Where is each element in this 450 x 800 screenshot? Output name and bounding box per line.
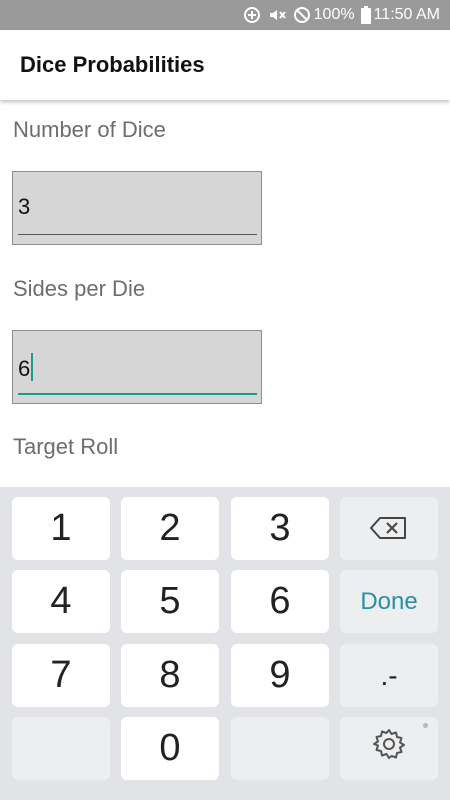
key-8[interactable]: 8 [121, 644, 219, 707]
settings-key[interactable] [340, 717, 438, 780]
do-not-disturb-icon [293, 6, 311, 24]
key-1[interactable]: 1 [12, 497, 110, 560]
key-3[interactable]: 3 [231, 497, 329, 560]
key-0[interactable]: 0 [121, 717, 219, 780]
input-underline [18, 234, 257, 235]
key-5[interactable]: 5 [121, 570, 219, 633]
number-of-dice-label: Number of Dice [13, 117, 166, 142]
text-caret [31, 353, 34, 381]
input-underline-focused [18, 393, 257, 395]
key-hint-dot [423, 723, 428, 728]
backspace-icon [370, 507, 408, 550]
number-of-dice-value: 3 [18, 194, 31, 219]
symbol-key[interactable]: .- [340, 644, 438, 707]
battery-icon [360, 6, 371, 24]
blank-key-left [12, 717, 110, 780]
number-of-dice-input[interactable]: 3 [12, 171, 262, 245]
key-7[interactable]: 7 [12, 644, 110, 707]
blank-key-right [231, 717, 329, 780]
settings-gear-icon [372, 727, 406, 771]
clock: 11:50 AM [373, 6, 440, 23]
done-key[interactable]: Done [340, 570, 438, 633]
key-9[interactable]: 9 [231, 644, 329, 707]
sides-per-die-label: Sides per Die [13, 276, 146, 301]
target-roll-label: Target Roll [13, 434, 119, 459]
backspace-key[interactable] [340, 497, 438, 560]
data-saver-icon [243, 6, 261, 24]
mute-vibrate-icon [267, 6, 287, 24]
battery-percent: 100% [313, 6, 355, 23]
key-4[interactable]: 4 [12, 570, 110, 633]
status-bar: 100% 11:50 AM [0, 0, 450, 30]
sides-per-die-value: 6 [18, 356, 31, 381]
key-2[interactable]: 2 [121, 497, 219, 560]
page-title: Dice Probabilities [20, 52, 205, 77]
key-6[interactable]: 6 [231, 570, 329, 633]
sides-per-die-input[interactable]: 6 [12, 330, 262, 404]
app-bar: Dice Probabilities [0, 30, 450, 100]
numeric-keyboard: 1 2 3 4 5 6 Done 7 8 9 .- 0 [0, 487, 450, 800]
